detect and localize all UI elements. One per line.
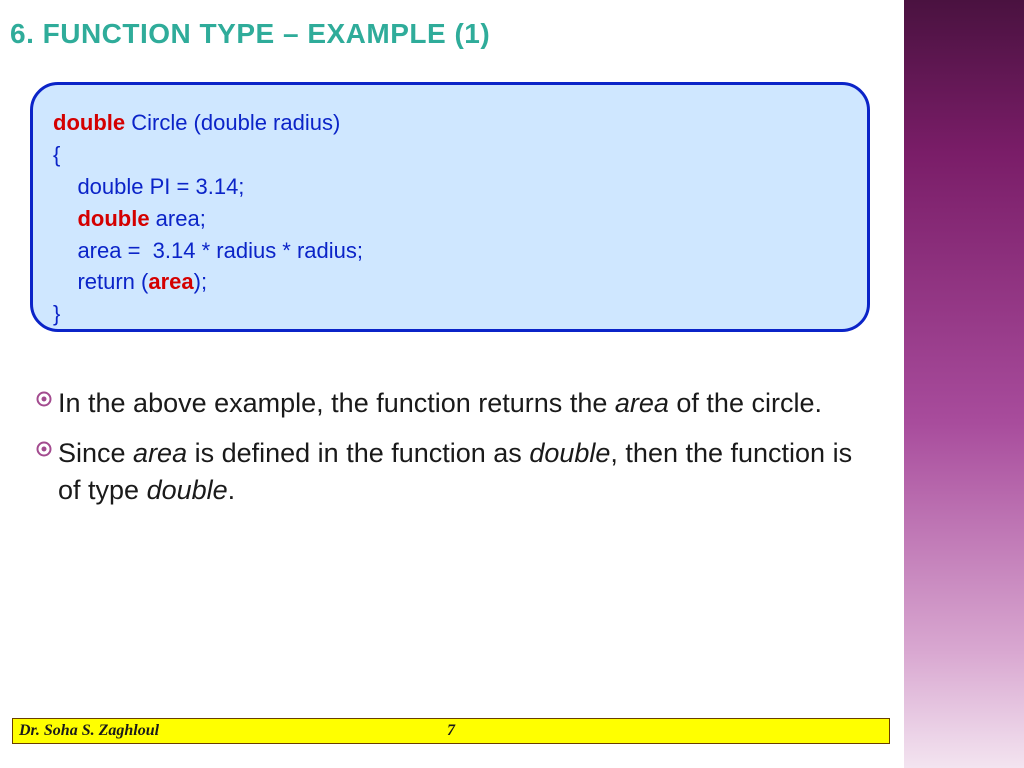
bullet-marker-icon <box>30 391 58 407</box>
text-emph-area: area <box>133 438 187 468</box>
code-line-3: double PI = 3.14; <box>53 171 847 203</box>
keyword-double: double <box>53 110 125 135</box>
bullet-list: In the above example, the function retur… <box>30 385 860 522</box>
code-text: Circle (double radius) <box>125 110 340 135</box>
text-run: is defined in the function as <box>187 438 529 468</box>
text-emph-area: area <box>615 388 669 418</box>
code-text: area; <box>150 206 206 231</box>
text-run: of the circle. <box>669 388 822 418</box>
footer-bar: Dr. Soha S. Zaghloul 7 <box>12 718 890 744</box>
keyword-double: double <box>77 206 149 231</box>
code-indent <box>53 206 77 231</box>
bullet-item-2: Since area is defined in the function as… <box>30 435 860 508</box>
code-line-1: double Circle (double radius) <box>53 107 847 139</box>
slide: 6. FUNCTION TYPE – EXAMPLE (1) double Ci… <box>0 0 1024 768</box>
code-line-4: double area; <box>53 203 847 235</box>
code-line-5: area = 3.14 * radius * radius; <box>53 235 847 267</box>
text-run: In the above example, the function retur… <box>58 388 615 418</box>
text-emph-double: double <box>147 475 228 505</box>
text-emph-double: double <box>529 438 610 468</box>
bullet-text: In the above example, the function retur… <box>58 385 860 421</box>
code-line-7: } <box>53 298 847 330</box>
footer-page-number: 7 <box>447 722 455 740</box>
bullet-item-1: In the above example, the function retur… <box>30 385 860 421</box>
bullet-marker-icon <box>30 441 58 457</box>
footer-author: Dr. Soha S. Zaghloul <box>19 722 159 740</box>
code-text: ); <box>194 269 207 294</box>
code-line-2: { <box>53 139 847 171</box>
bullet-text: Since area is defined in the function as… <box>58 435 860 508</box>
slide-title: 6. FUNCTION TYPE – EXAMPLE (1) <box>10 18 490 50</box>
code-box: double Circle (double radius) { double P… <box>30 82 870 332</box>
text-run: Since <box>58 438 133 468</box>
code-line-6: return (area); <box>53 266 847 298</box>
side-gradient-decoration <box>904 0 1024 768</box>
text-run: . <box>228 475 236 505</box>
return-var-area: area <box>148 269 193 294</box>
code-text: return ( <box>53 269 148 294</box>
